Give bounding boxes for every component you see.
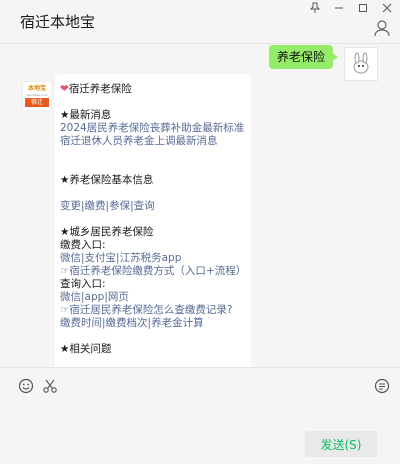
link-pay-time[interactable]: 缴费时间 (60, 317, 102, 329)
my-avatar[interactable] (344, 47, 378, 81)
query-entry-links: 微信|app|网页 (60, 291, 129, 303)
link-pension-calc[interactable]: 养老金计算 (151, 317, 204, 329)
titlebar: 宿迁本地宝 (0, 0, 400, 44)
chat-history-icon[interactable] (374, 378, 390, 394)
maximize-icon[interactable] (352, 2, 374, 20)
chat-title: 宿迁本地宝 (20, 13, 96, 31)
bot-message-bubble: ❤宿迁养老保险 ★最新消息 2024居民养老保险丧葬补助金最新标准 宿迁退休人员… (55, 74, 251, 367)
my-message-bubble[interactable]: 养老保险 (268, 45, 339, 69)
heart-icon: ❤ (60, 83, 69, 95)
link-jiangsu-tax-app[interactable]: 江苏税务app (120, 252, 182, 264)
pay-entry-links: 微信|支付宝|江苏税务app (60, 252, 182, 264)
avatar-logo-text: 本地宝 (27, 85, 46, 92)
chat-info-icon[interactable] (374, 19, 390, 37)
link-wechat[interactable]: 微信 (60, 252, 81, 264)
link-change[interactable]: 变更 (60, 200, 81, 212)
news-link-1[interactable]: 2024居民养老保险丧葬补助金最新标准 (60, 122, 245, 135)
link-query-app[interactable]: app (85, 291, 105, 303)
message-title: ❤宿迁养老保险 (60, 83, 132, 95)
scissors-icon[interactable] (42, 378, 58, 394)
emoji-icon[interactable] (18, 378, 34, 394)
section-header-related: ★相关问题 (60, 343, 112, 355)
section-header-urban: ★城乡居民养老保险 (60, 226, 154, 238)
input-toolbar (0, 367, 400, 403)
query-more-links: 缴费时间|缴费档次|养老金计算 (60, 317, 204, 329)
query-how-link[interactable]: ☞宿迁居民养老保险怎么查缴费记录? (60, 304, 245, 317)
message-input-area[interactable]: 发送(S) (0, 403, 400, 464)
news-link-2[interactable]: 宿迁退休人员养老金上调最新消息 (60, 135, 245, 148)
pay-method-link[interactable]: ☞宿迁养老保险缴费方式（入口+流程） (60, 265, 246, 278)
link-query[interactable]: 查询 (134, 200, 155, 212)
query-entry-label: 查询入口: (60, 278, 106, 290)
pay-entry-label: 缴费入口: (60, 239, 106, 251)
chat-area[interactable]: 养老保险 本地宝 bendibao.com 宿迁 ❤宿迁养老保险 ★最新消息 2… (0, 45, 400, 367)
rabbit-avatar-icon (353, 52, 369, 74)
section-header-basic: ★养老保险基本信息 (60, 174, 154, 186)
link-query-web[interactable]: 网页 (108, 291, 129, 303)
close-icon[interactable] (376, 2, 398, 20)
send-button[interactable]: 发送(S) (305, 431, 377, 457)
link-enroll[interactable]: 参保 (109, 200, 130, 212)
bendibao-avatar[interactable]: 本地宝 bendibao.com 宿迁 (22, 81, 52, 111)
avatar-logo-city: 宿迁 (25, 98, 49, 107)
basic-links-row: 变更|缴费|参保|查询 (60, 200, 155, 212)
link-payment[interactable]: 缴费 (85, 200, 106, 212)
minimize-icon[interactable] (328, 2, 350, 20)
section-header-news: ★最新消息 (60, 109, 112, 121)
pin-icon[interactable] (304, 2, 326, 20)
link-query-wechat[interactable]: 微信 (60, 291, 81, 303)
link-pay-level[interactable]: 缴费档次 (106, 317, 148, 329)
link-alipay[interactable]: 支付宝 (85, 252, 117, 264)
avatar-logo-domain: bendibao.com (26, 93, 48, 97)
